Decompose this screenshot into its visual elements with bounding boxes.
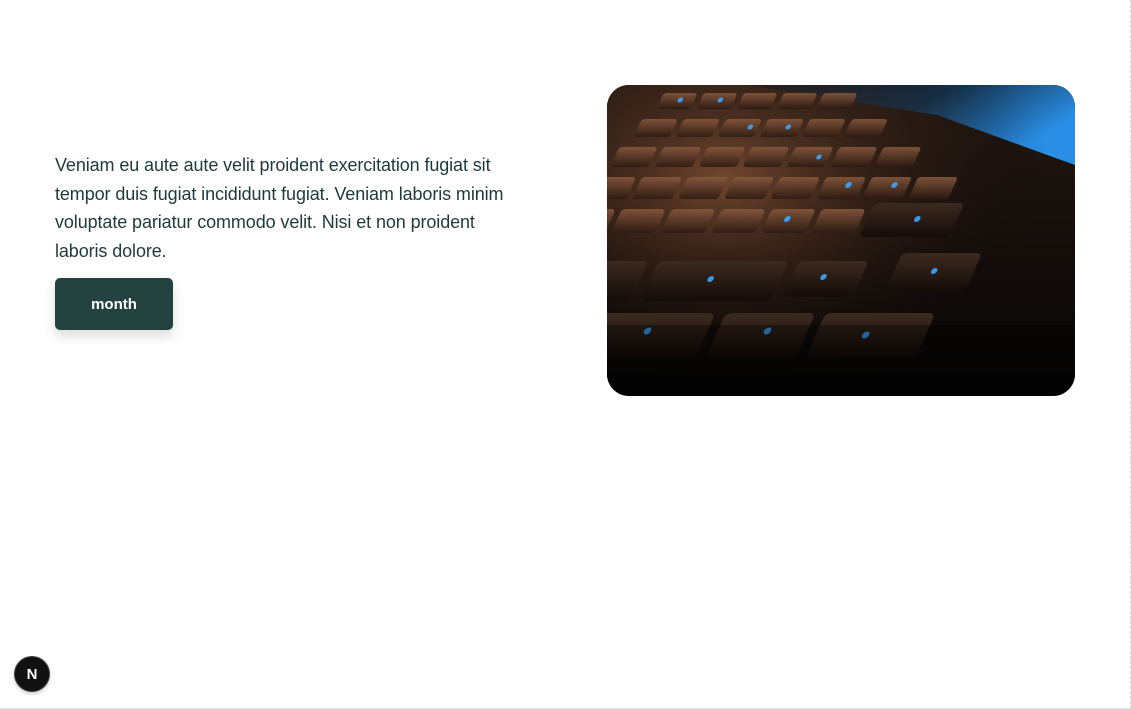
nextjs-icon[interactable]: N xyxy=(15,657,49,691)
keyboard-image xyxy=(607,85,1075,396)
page: Veniam eu aute aute velit proident exerc… xyxy=(0,0,1131,709)
month-button[interactable]: month xyxy=(55,278,173,330)
hero-description: Veniam eu aute aute velit proident exerc… xyxy=(55,155,504,261)
